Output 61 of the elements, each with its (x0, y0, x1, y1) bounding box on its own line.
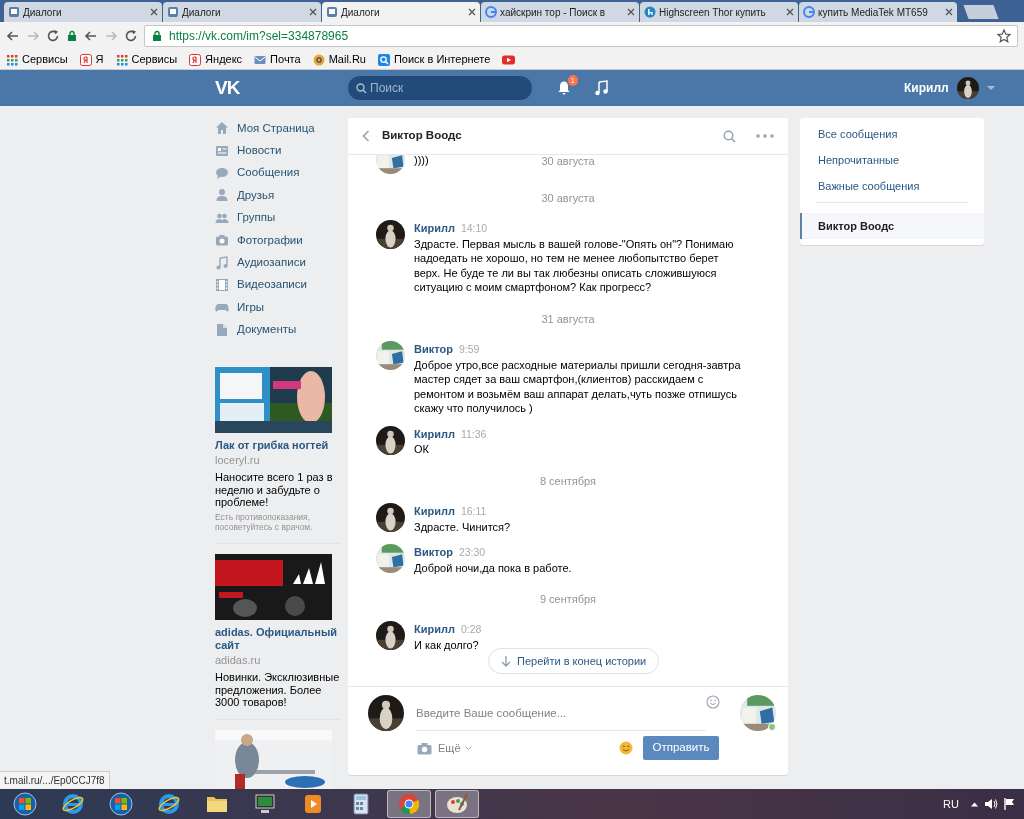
browser-tab[interactable]: Диалоги (163, 2, 321, 22)
send-button[interactable]: Отправить (643, 736, 719, 760)
message-text: Доброе утро,все расходные материалы пришли сегодня-завтра мастер сядет за ваш смартфон,(клиентов) расскидаем с ремонтом и возьмём ваш аппарат делать,чуть позже отпишусь скажу что получилось ) (414, 357, 742, 416)
browser-tab[interactable]: Диалоги (322, 2, 480, 22)
chat-title: Виктор Воодс (382, 128, 462, 144)
menu-link[interactable]: Аудиозаписи (237, 253, 306, 272)
date-label: 31 августа (541, 311, 595, 327)
date-label: 30 августа (541, 190, 595, 206)
jump-to-end-button[interactable]: Перейти в конец истории (488, 647, 660, 674)
message-text: )))) (414, 155, 429, 168)
author-name[interactable]: Виктор (414, 544, 453, 561)
bookmark-link[interactable]: Поиск в Интернете (393, 51, 491, 68)
more-menu[interactable]: Ещё (438, 739, 461, 757)
browser-tab[interactable]: Диалоги (4, 2, 162, 22)
message-text: Здрасте. Чинится? (414, 519, 511, 534)
filter-link[interactable]: Виктор Воодс (800, 213, 984, 239)
message-text: Здрасте. Первая мысль в вашей голове-"Опять он"? Понимаю надоедать не хорошо, но тем не менее любопытство берет верх. Не буде те ли вы так любезны описать сложившуюся ситуацию с моим смартфоном? Как прогресс? (414, 236, 735, 295)
author-name[interactable]: Кирилл (414, 220, 455, 237)
notification-count: 1 (567, 75, 578, 86)
menu-link[interactable]: Фотографии (237, 231, 303, 249)
filter-link[interactable]: Непрочитанные (800, 150, 984, 176)
filter-link[interactable]: Важные сообщения (800, 176, 984, 202)
search-field[interactable]: Поиск (348, 76, 532, 100)
author-name[interactable]: Виктор (414, 340, 453, 358)
ad-text: Наносите всего 1 раз в неделю и забудьте о проблеме! (215, 471, 334, 509)
menu-link[interactable]: Моя Страница (237, 119, 315, 137)
logo[interactable]: VK (215, 73, 348, 103)
bookmark-link[interactable]: Сервисы (131, 51, 178, 68)
menu-link[interactable]: Документы (237, 321, 297, 339)
browser-tab[interactable]: Highscreen Thor купить (640, 2, 798, 22)
menu-link[interactable]: Сообщения (237, 164, 300, 182)
author-name[interactable]: Кирилл (414, 502, 455, 520)
ad-title[interactable]: Лак от грибка ногтей (215, 438, 340, 452)
bookmark-link[interactable]: Яндекс (205, 51, 243, 68)
ad-domain: adidas.ru (215, 652, 262, 668)
menu-link[interactable]: Друзья (237, 186, 275, 204)
ad-disclaimer: Есть противопоказания, посоветуйтесь с врачом. (215, 511, 314, 533)
filter-link[interactable]: Все сообщения (800, 124, 984, 150)
menu-link[interactable]: Видеозаписи (237, 276, 307, 294)
author-name[interactable]: Кирилл (414, 621, 455, 638)
browser-tab[interactable]: купить MediaTek MT659 (799, 2, 957, 22)
ad-text: Новинки. Эксклюзивные предложения. Более 3000 товаров! (215, 671, 340, 709)
browser-tab[interactable]: хайскрин тор - Поиск в (481, 2, 639, 22)
menu-link[interactable]: Группы (237, 209, 276, 227)
address-bar[interactable]: https://vk.com/im?sel=334878965 (144, 25, 1018, 47)
author-name[interactable]: Кирилл (414, 425, 455, 442)
ad-title[interactable]: adidas. Официальный сайт (215, 625, 340, 652)
ad-domain: loceryl.ru (215, 452, 261, 468)
bookmark-link[interactable]: Почта (270, 51, 301, 68)
date-label: 8 сентября (539, 473, 597, 489)
menu-link[interactable]: Новости (237, 141, 282, 160)
user-name[interactable]: Кирилл (904, 79, 949, 97)
date-label: 9 сентября (539, 592, 597, 607)
language-indicator[interactable]: RU (943, 795, 959, 813)
message-text: Доброй ночи,да пока в работе. (414, 560, 572, 576)
message-text: ОК (414, 442, 430, 457)
bookmark-link[interactable]: Я (95, 51, 104, 68)
bookmark-link[interactable]: Mail.Ru (328, 51, 366, 68)
menu-link[interactable]: Игры (237, 298, 265, 316)
bookmark-link[interactable]: Сервисы (22, 51, 68, 68)
message-text: И как долго? (414, 638, 480, 653)
